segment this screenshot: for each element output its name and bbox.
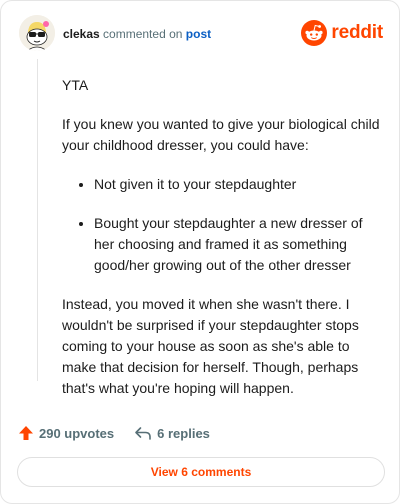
- reddit-snoo-icon: [301, 20, 328, 46]
- comment-header: clekas commented on post reddit: [19, 15, 383, 55]
- username-link[interactable]: clekas: [63, 27, 100, 41]
- comment-verdict: YTA: [62, 77, 89, 93]
- comment-card: clekas commented on post reddit YTA If y…: [0, 0, 400, 504]
- upvote-count: 290 upvotes: [39, 425, 115, 441]
- replies-button[interactable]: 6 replies: [134, 425, 210, 441]
- action-text: commented on: [103, 27, 183, 41]
- action-bar: 290 upvotes 6 replies: [18, 422, 383, 444]
- brand-wordmark: reddit: [331, 22, 383, 43]
- avatar[interactable]: [19, 15, 55, 51]
- snoo-avatar-icon: [19, 15, 55, 51]
- reddit-logo[interactable]: reddit: [301, 20, 383, 46]
- comment-meta: clekas commented on post: [63, 27, 211, 41]
- comment-paragraph-1: If you knew you wanted to give your biol…: [62, 116, 380, 153]
- comment-paragraph-2: Instead, you moved it when she wasn't th…: [62, 296, 359, 396]
- thread-line[interactable]: [37, 59, 38, 381]
- reply-arrow-icon: [135, 427, 151, 440]
- comment-bullet-list: Not given it to your stepdaughter Bought…: [62, 174, 380, 276]
- replies-count: 6 replies: [157, 425, 210, 441]
- upvote-button[interactable]: 290 upvotes: [18, 425, 114, 441]
- comment-body: YTA If you knew you wanted to give your …: [62, 75, 380, 417]
- upvote-arrow-icon: [19, 426, 33, 440]
- post-link[interactable]: post: [186, 27, 211, 41]
- bullet-item-1: Not given it to your stepdaughter: [94, 174, 380, 195]
- bullet-item-2: Bought your stepdaughter a new dresser o…: [94, 213, 380, 276]
- view-comments-button[interactable]: View 6 comments: [17, 457, 385, 487]
